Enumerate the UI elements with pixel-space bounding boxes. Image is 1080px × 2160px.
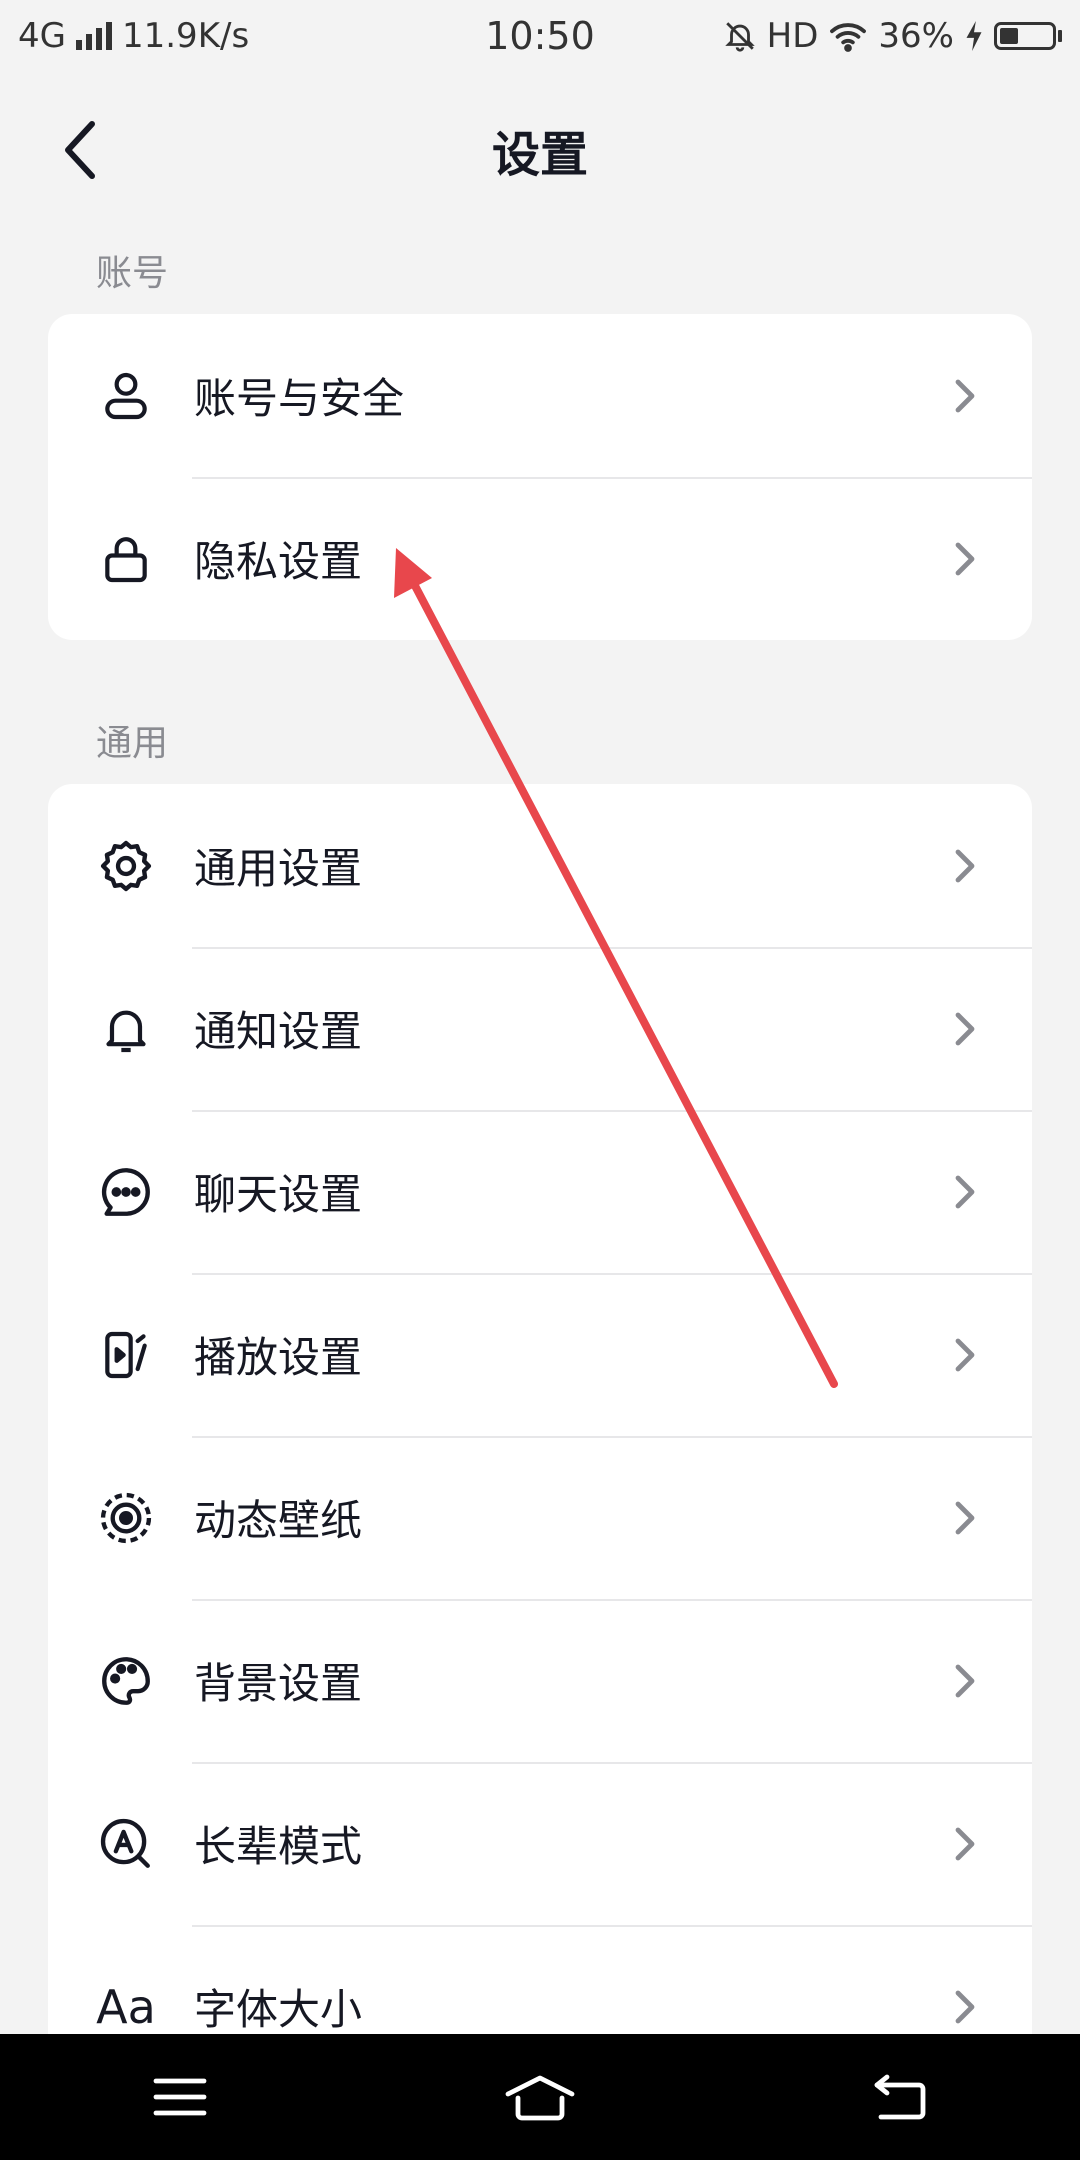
hd-indicator: HD bbox=[766, 16, 819, 56]
chevron-right-icon bbox=[955, 1990, 975, 2023]
status-bar: 4G 11.9K/s 10:50 HD 36% bbox=[0, 0, 1080, 72]
section-label-account: 账号 bbox=[96, 253, 169, 294]
bell-icon bbox=[96, 999, 156, 1059]
settings-item-label: 背景设置 bbox=[194, 1659, 363, 1708]
wifi-icon bbox=[830, 23, 867, 52]
settings-item-label: 隐私设置 bbox=[194, 537, 363, 586]
settings-item-label: 通用设置 bbox=[194, 844, 363, 893]
settings-item-elder-mode[interactable]: 长辈模式 bbox=[48, 1762, 1032, 1925]
elder-mode-icon bbox=[96, 1814, 156, 1874]
back-nav-button[interactable] bbox=[845, 2057, 955, 2137]
play-device-icon bbox=[96, 1325, 156, 1385]
settings-item-label: 聊天设置 bbox=[194, 1170, 363, 1219]
font-size-icon-text: Aa bbox=[96, 1979, 156, 2034]
status-right: HD 36% bbox=[723, 16, 1062, 56]
chevron-right-icon bbox=[955, 542, 975, 575]
battery-icon bbox=[994, 22, 1062, 50]
chevron-right-icon bbox=[955, 1012, 975, 1045]
settings-item-chat[interactable]: 聊天设置 bbox=[48, 1110, 1032, 1273]
gear-icon bbox=[96, 836, 156, 896]
signal-icon bbox=[75, 22, 112, 50]
chevron-right-icon bbox=[955, 1175, 975, 1208]
home-icon bbox=[505, 2075, 575, 2121]
chevron-right-icon bbox=[955, 849, 975, 882]
general-card: 通用设置 通知设置 聊天设置 播放设置 动态壁纸 背景设置 长辈模式 Aa 字体… bbox=[48, 784, 1032, 2034]
network-speed: 11.9K/s bbox=[121, 16, 250, 56]
page-title: 设置 bbox=[491, 127, 588, 183]
settings-item-label: 播放设置 bbox=[194, 1333, 363, 1382]
settings-item-label: 字体大小 bbox=[194, 1985, 363, 2034]
network-type: 4G bbox=[18, 16, 66, 56]
home-button[interactable] bbox=[485, 2057, 595, 2137]
chevron-left-icon bbox=[65, 121, 95, 179]
back-button[interactable] bbox=[40, 110, 120, 190]
settings-item-background[interactable]: 背景设置 bbox=[48, 1599, 1032, 1762]
charging-icon bbox=[966, 21, 982, 51]
chevron-right-icon bbox=[955, 1501, 975, 1534]
chat-bubble-icon bbox=[96, 1162, 156, 1222]
battery-fill bbox=[1000, 28, 1018, 44]
settings-item-font-size[interactable]: Aa 字体大小 bbox=[48, 1925, 1032, 2034]
live-wallpaper-icon bbox=[96, 1488, 156, 1548]
mute-bell-icon bbox=[724, 22, 755, 52]
settings-item-playback[interactable]: 播放设置 bbox=[48, 1273, 1032, 1436]
system-nav-bar bbox=[0, 2034, 1080, 2160]
chevron-right-icon bbox=[955, 1664, 975, 1697]
user-icon bbox=[96, 366, 156, 426]
account-card: 账号与安全 隐私设置 bbox=[48, 314, 1032, 640]
font-size-icon: Aa bbox=[96, 1977, 156, 2035]
menu-icon bbox=[153, 2078, 207, 2116]
chevron-right-icon bbox=[955, 1827, 975, 1860]
chevron-right-icon bbox=[955, 379, 975, 412]
settings-item-live-wallpaper[interactable]: 动态壁纸 bbox=[48, 1436, 1032, 1599]
settings-item-label: 动态壁纸 bbox=[194, 1496, 363, 1545]
section-label-general: 通用 bbox=[96, 723, 169, 764]
chevron-right-icon bbox=[955, 1338, 975, 1371]
settings-item-account-security[interactable]: 账号与安全 bbox=[48, 314, 1032, 477]
settings-item-label: 通知设置 bbox=[194, 1007, 363, 1056]
palette-icon bbox=[96, 1651, 156, 1711]
settings-item-privacy[interactable]: 隐私设置 bbox=[48, 477, 1032, 640]
settings-item-notifications[interactable]: 通知设置 bbox=[48, 947, 1032, 1110]
settings-item-label: 长辈模式 bbox=[194, 1822, 363, 1871]
battery-percent: 36% bbox=[878, 16, 954, 56]
settings-item-label: 账号与安全 bbox=[194, 374, 405, 423]
lock-icon bbox=[96, 529, 156, 589]
menu-button[interactable] bbox=[125, 2057, 235, 2137]
settings-item-general[interactable]: 通用设置 bbox=[48, 784, 1032, 947]
nav-header: 设置 bbox=[0, 90, 1080, 210]
return-icon bbox=[874, 2074, 926, 2120]
settings-screen: 4G 11.9K/s 10:50 HD 36% 设置 账号 账号与安全 隐私设置… bbox=[0, 0, 1080, 2160]
status-left: 4G 11.9K/s bbox=[18, 16, 249, 56]
